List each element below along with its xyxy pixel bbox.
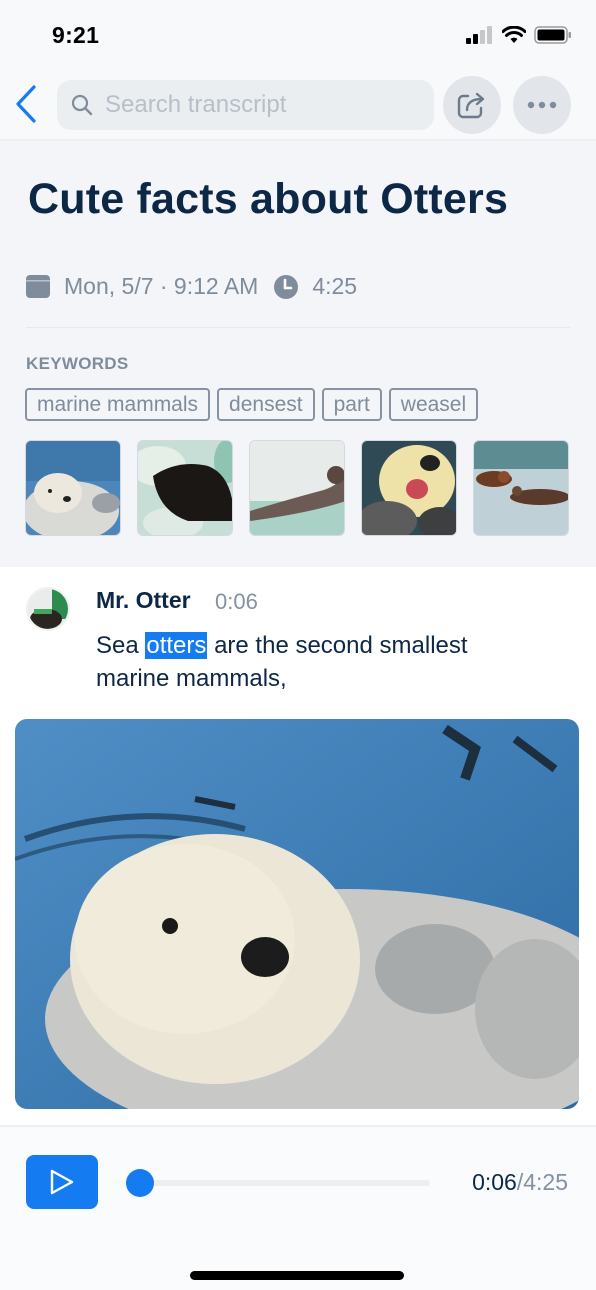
keyword-chip[interactable]: marine mammals	[25, 388, 211, 421]
thumbnail-otter-rocks[interactable]	[137, 440, 233, 536]
total-time: 4:25	[523, 1169, 568, 1195]
play-button[interactable]	[26, 1155, 98, 1209]
thumbnail-otter-swimming[interactable]	[249, 440, 345, 536]
keywords-list: marine mammals densest part weasel	[25, 388, 479, 421]
share-button[interactable]	[443, 76, 501, 134]
time-readout: 0:06/4:25	[472, 1169, 568, 1196]
thumbnail-otter-floating[interactable]	[25, 440, 121, 536]
search-highlight: otters	[145, 632, 208, 659]
nav-bar	[0, 70, 596, 141]
speaker-name[interactable]: Mr. Otter	[96, 587, 191, 614]
share-icon	[457, 92, 485, 119]
image-thumbnails	[25, 440, 569, 536]
note-duration: 4:25	[312, 273, 358, 299]
calendar-icon	[26, 275, 50, 298]
cellular-signal-icon	[466, 26, 492, 44]
keyword-chip[interactable]: densest	[217, 388, 315, 421]
transcript-section: Mr. Otter 0:06 Sea otters are the second…	[0, 567, 596, 1127]
play-icon	[50, 1169, 74, 1195]
battery-icon	[534, 26, 571, 44]
transcript-image[interactable]	[15, 719, 579, 1109]
text-before: Sea	[96, 632, 146, 659]
back-button[interactable]	[10, 82, 42, 126]
more-options-button[interactable]	[513, 76, 571, 134]
status-icons	[466, 26, 572, 44]
search-bar[interactable]	[57, 80, 434, 130]
speaker-avatar[interactable]	[26, 587, 70, 631]
note-header: Cute facts about Otters Mon, 5/7 · 9:12 …	[0, 141, 596, 567]
transcript-text[interactable]: Sea otters are the second smallest marin…	[96, 629, 536, 695]
wifi-icon	[502, 26, 526, 43]
thumbnail-otter-yawning[interactable]	[361, 440, 457, 536]
progress-knob[interactable]	[126, 1169, 154, 1197]
note-meta: Mon, 5/7 · 9:12 AM 4:25	[26, 273, 357, 300]
note-date: Mon, 5/7 · 9:12 AM	[64, 273, 259, 299]
thumbnail-two-otters[interactable]	[473, 440, 569, 536]
clock-icon	[274, 274, 299, 299]
status-bar: 9:21	[0, 0, 596, 70]
keyword-chip[interactable]: part	[321, 388, 382, 421]
current-time: 0:06	[472, 1169, 517, 1195]
audio-player: 0:06/4:25	[0, 1125, 596, 1290]
search-icon	[71, 94, 93, 116]
home-indicator	[190, 1271, 404, 1280]
note-title: Cute facts about Otters	[28, 175, 509, 223]
speaker-timestamp[interactable]: 0:06	[215, 589, 258, 615]
header-divider	[26, 327, 570, 328]
more-horizontal-icon	[527, 101, 557, 109]
chevron-left-icon	[16, 85, 36, 123]
status-time: 9:21	[52, 22, 100, 48]
keyword-chip[interactable]: weasel	[388, 388, 479, 421]
progress-slider[interactable]	[126, 1169, 430, 1197]
search-input[interactable]	[105, 91, 425, 119]
keywords-label: KEYWORDS	[26, 354, 129, 373]
